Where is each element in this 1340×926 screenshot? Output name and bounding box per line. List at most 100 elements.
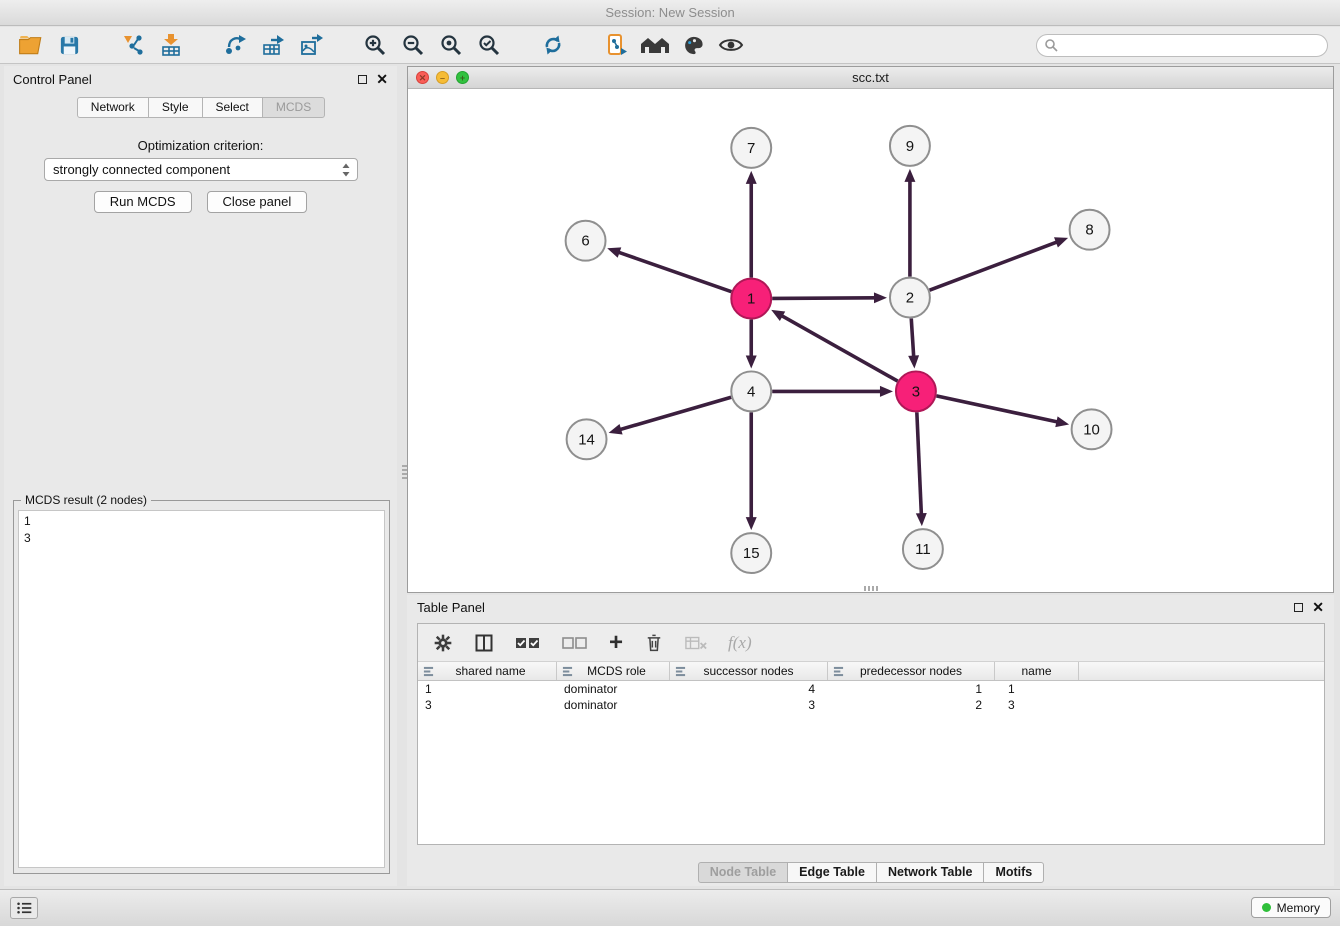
sort-icon	[423, 666, 434, 680]
splitter-grip-horizontal[interactable]	[864, 586, 878, 591]
graph-edge-1-6[interactable]	[618, 252, 732, 292]
network-canvas[interactable]: 7 9 6 8 1 2 4 3 14 10 15 11	[408, 90, 1333, 592]
tab-select[interactable]: Select	[202, 97, 263, 118]
import-network-icon	[121, 33, 145, 57]
trash-icon	[644, 632, 664, 653]
tab-network-table[interactable]: Network Table	[876, 862, 985, 883]
export-network-icon	[223, 33, 247, 57]
column-header-mcds-role[interactable]: MCDS role	[557, 662, 670, 680]
table-row[interactable]: 3 dominator 3 2 3	[418, 697, 1324, 713]
float-table-panel-icon[interactable]	[1294, 603, 1303, 612]
main-toolbar	[0, 27, 1340, 64]
tab-network[interactable]: Network	[77, 97, 149, 118]
open-session-button[interactable]	[12, 30, 50, 60]
mcds-result-line: 3	[24, 530, 379, 547]
plus-icon: +	[609, 633, 623, 653]
svg-text:2: 2	[906, 290, 914, 307]
close-window-icon[interactable]: ✕	[416, 71, 429, 84]
control-panel: Control Panel ✕ Network Style Select MCD…	[4, 66, 397, 886]
graph-node-1[interactable]: 1	[731, 279, 771, 319]
task-history-button[interactable]	[10, 897, 38, 919]
graph-node-6[interactable]: 6	[566, 221, 606, 261]
close-panel-icon[interactable]: ✕	[376, 72, 388, 86]
export-image-button[interactable]	[292, 30, 330, 60]
run-mcds-button[interactable]: Run MCDS	[94, 191, 192, 213]
graph-edge-3-11[interactable]	[917, 412, 922, 515]
select-all-columns-button[interactable]	[515, 636, 541, 650]
zoom-selected-button[interactable]	[470, 30, 508, 60]
column-header-name[interactable]: name	[995, 662, 1079, 680]
tab-edge-table[interactable]: Edge Table	[787, 862, 877, 883]
table-settings-button[interactable]	[433, 633, 453, 653]
graph-node-10[interactable]: 10	[1072, 409, 1112, 449]
control-panel-header: Control Panel ✕	[4, 66, 397, 92]
show-graphics-button[interactable]	[712, 30, 750, 60]
node-table-container: + f(x)	[417, 623, 1325, 845]
minimize-window-icon[interactable]: –	[436, 71, 449, 84]
table-row[interactable]: 1 dominator 4 1 1	[418, 681, 1324, 697]
function-builder-button[interactable]: f(x)	[728, 633, 752, 653]
tab-style[interactable]: Style	[148, 97, 203, 118]
graph-edge-3-10[interactable]	[936, 396, 1058, 422]
home-view-button[interactable]	[636, 30, 674, 60]
graph-node-3[interactable]: 3	[896, 371, 936, 411]
show-columns-button[interactable]	[474, 633, 494, 653]
graph-edge-2-3[interactable]	[911, 319, 913, 358]
zoom-out-button[interactable]	[394, 30, 432, 60]
mcds-result-text[interactable]: 1 3	[18, 510, 385, 868]
deselect-all-columns-button[interactable]	[562, 636, 588, 650]
float-panel-icon[interactable]	[358, 75, 367, 84]
palette-icon	[682, 34, 705, 57]
graph-node-14[interactable]: 14	[567, 419, 607, 459]
graph-node-2[interactable]: 2	[890, 278, 930, 318]
close-panel-button[interactable]: Close panel	[207, 191, 308, 213]
style-button[interactable]	[674, 30, 712, 60]
create-column-button[interactable]: +	[609, 633, 623, 653]
delete-table-button[interactable]	[685, 635, 707, 651]
graph-node-9[interactable]: 9	[890, 126, 930, 166]
graph-node-7[interactable]: 7	[731, 128, 771, 168]
import-table-button[interactable]	[152, 30, 190, 60]
graph-edge-1-2[interactable]	[772, 298, 876, 299]
optimization-criterion-label: Optimization criterion:	[4, 138, 397, 153]
column-header-successor-nodes[interactable]: successor nodes	[670, 662, 828, 680]
graph-edge-3-1[interactable]	[781, 315, 898, 381]
import-network-button[interactable]	[114, 30, 152, 60]
export-network-button[interactable]	[216, 30, 254, 60]
toolbar-search-input[interactable]	[1036, 34, 1328, 57]
graph-node-8[interactable]: 8	[1070, 210, 1110, 250]
graph-node-4[interactable]: 4	[731, 371, 771, 411]
network-window-titlebar[interactable]: ✕ – + scc.txt	[408, 67, 1333, 89]
zoom-in-icon	[363, 33, 387, 57]
column-header-shared-name[interactable]: shared name	[418, 662, 557, 680]
refresh-layout-button[interactable]	[534, 30, 572, 60]
splitter-grip-vertical[interactable]	[402, 465, 407, 481]
graph-edge-2-8[interactable]	[930, 242, 1058, 290]
optimization-criterion-select[interactable]: strongly connected component	[44, 158, 358, 181]
memory-button[interactable]: Memory	[1251, 897, 1331, 918]
graph-edge-4-14[interactable]	[619, 397, 731, 430]
save-session-button[interactable]	[50, 30, 88, 60]
maximize-window-icon[interactable]: +	[456, 71, 469, 84]
table-panel-tabs: Node Table Edge Table Network Table Moti…	[407, 862, 1334, 883]
table-panel-title: Table Panel	[417, 600, 485, 615]
delete-column-button[interactable]	[644, 632, 664, 653]
close-table-panel-icon[interactable]: ✕	[1312, 600, 1324, 614]
network-view-window: ✕ – + scc.txt 7 9 6 8 1 2 4 3 14 10 15 11	[407, 66, 1334, 593]
network-graph[interactable]: 7 9 6 8 1 2 4 3 14 10 15 11	[408, 90, 1333, 592]
new-network-view-button[interactable]	[598, 30, 636, 60]
zoom-fit-button[interactable]	[432, 30, 470, 60]
graph-node-11[interactable]: 11	[903, 529, 943, 569]
edge-arrowhead-icon	[880, 386, 893, 397]
tab-mcds[interactable]: MCDS	[262, 97, 325, 118]
graph-node-15[interactable]: 15	[731, 533, 771, 573]
gear-icon	[433, 633, 453, 653]
tab-motifs[interactable]: Motifs	[983, 862, 1044, 883]
zoom-in-button[interactable]	[356, 30, 394, 60]
column-header-predecessor-nodes[interactable]: predecessor nodes	[828, 662, 995, 680]
export-table-button[interactable]	[254, 30, 292, 60]
memory-label: Memory	[1277, 901, 1320, 915]
sort-icon	[833, 666, 844, 680]
tab-node-table[interactable]: Node Table	[698, 862, 788, 883]
edge-arrowhead-icon	[746, 355, 757, 368]
